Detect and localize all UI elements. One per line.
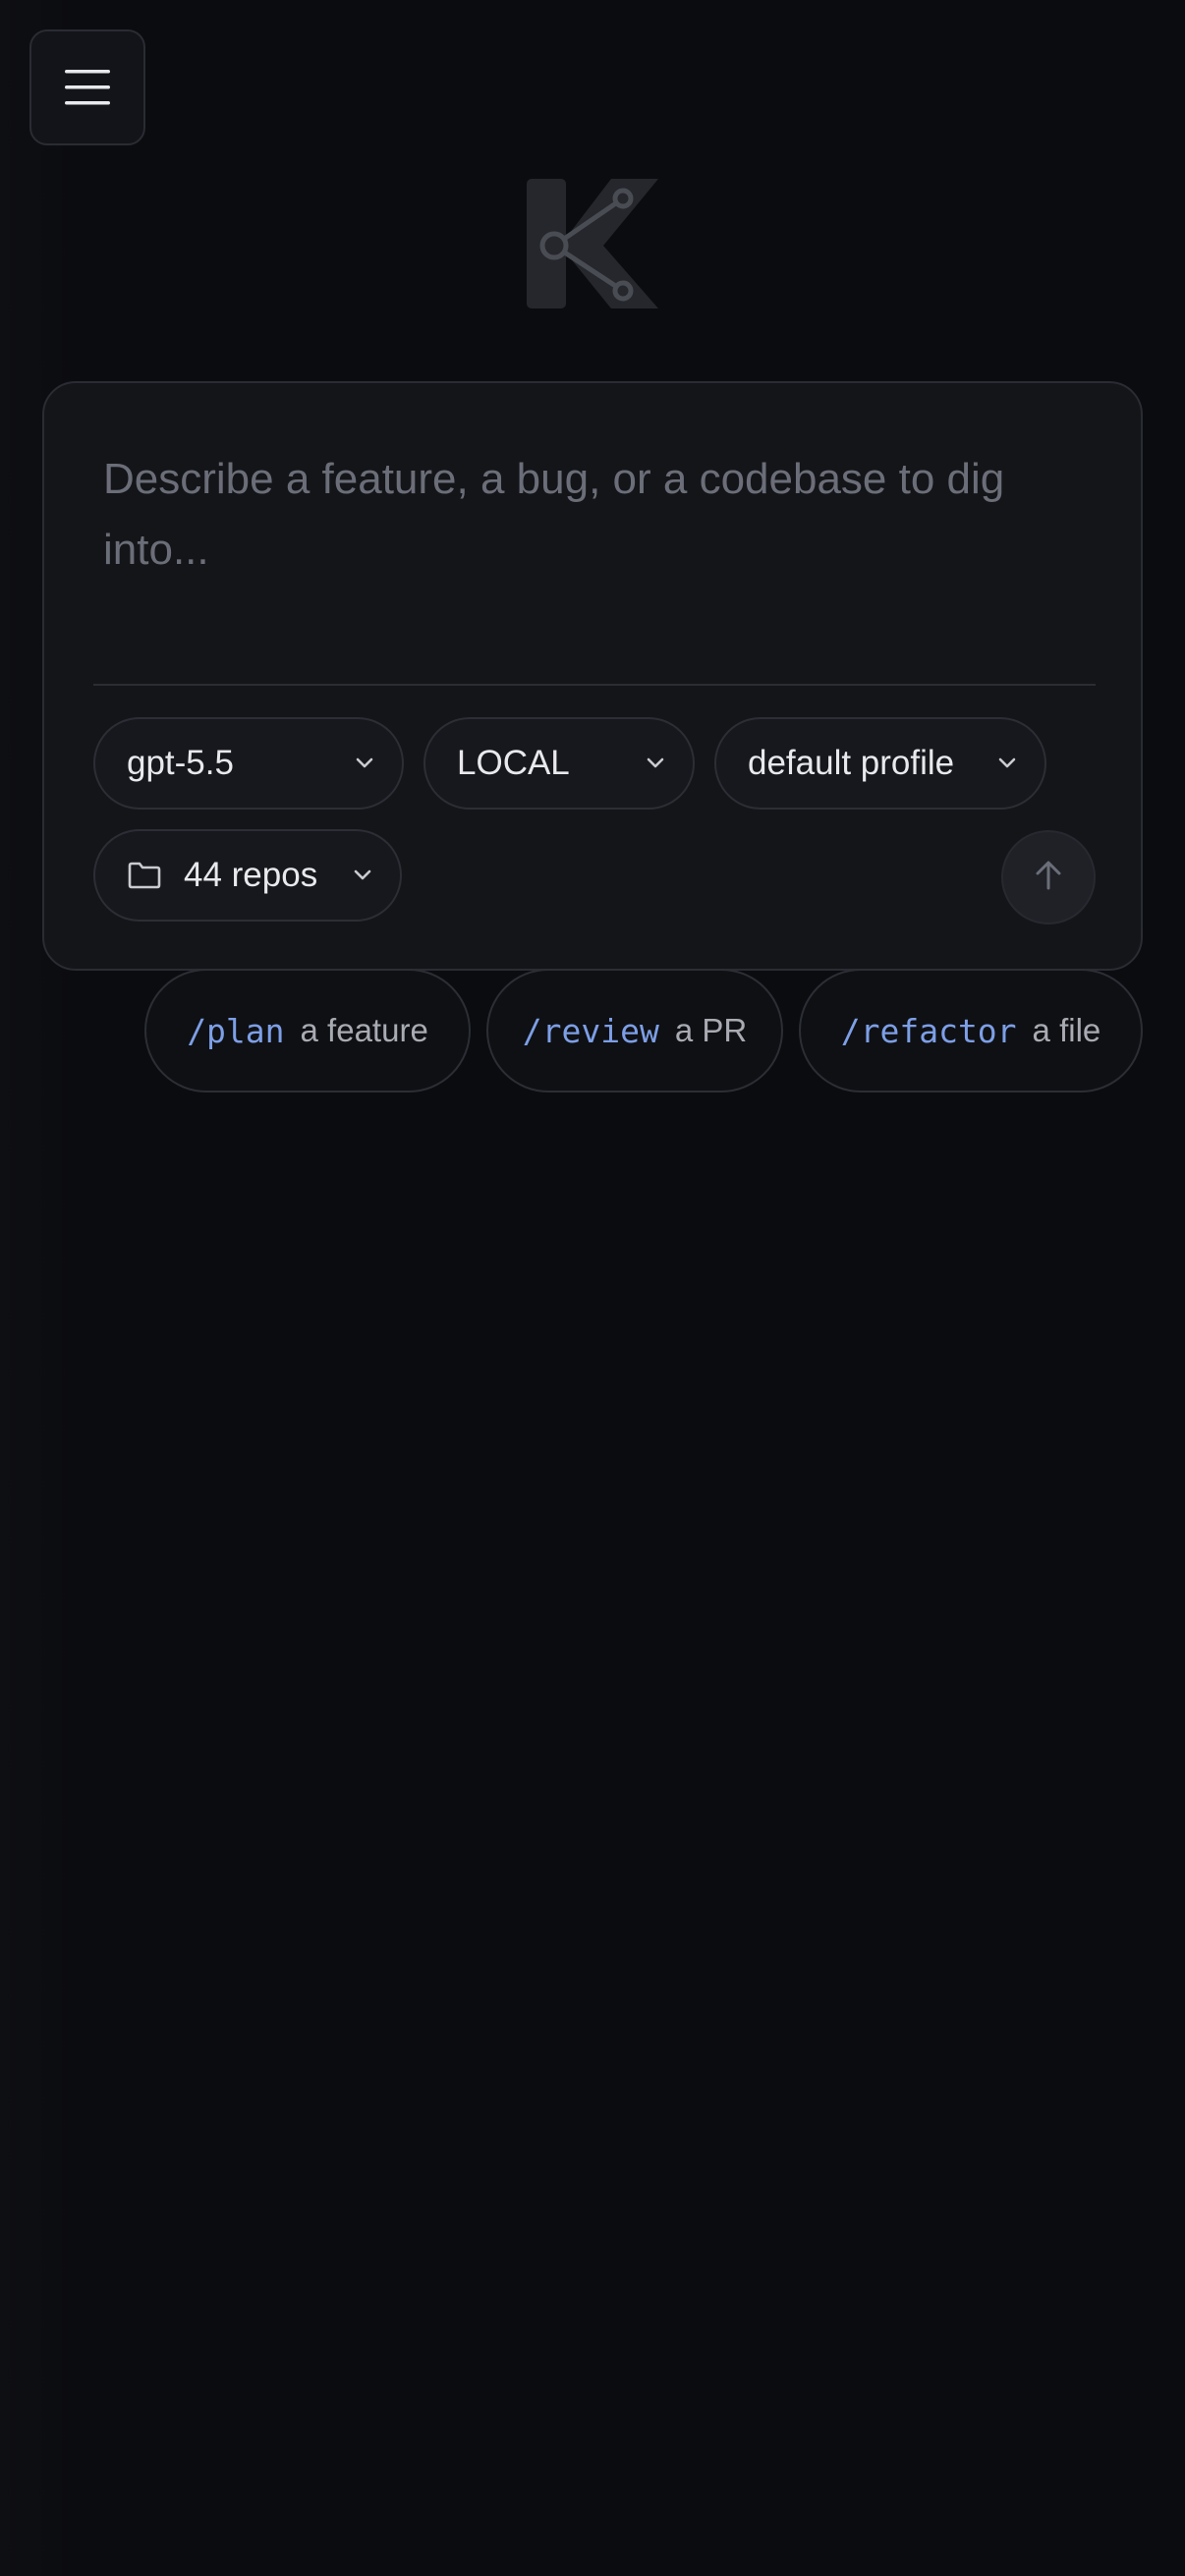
suggestion-chip-refactor[interactable]: /refactor a file [799, 969, 1143, 1092]
k-branch-logo [521, 177, 658, 312]
suggestion-chip-plan[interactable]: /plan a feature [144, 969, 471, 1092]
prompt-input[interactable] [103, 444, 1086, 611]
chip-description: a feature [300, 1012, 428, 1048]
chevron-down-icon [353, 869, 372, 881]
chevron-down-icon [355, 757, 374, 769]
chip-description: a PR [674, 1012, 748, 1048]
folder-icon [127, 861, 162, 890]
environment-selector-label: LOCAL [457, 744, 570, 782]
suggestion-chips: /plan a feature /review a PR /refactor a… [0, 969, 1185, 1096]
model-selector-label: gpt-5.5 [127, 744, 234, 782]
chip-command: /review [522, 1011, 659, 1050]
send-button[interactable] [1001, 830, 1096, 924]
page: gpt-5.5 LOCAL default profile 44 repos [0, 0, 1185, 2576]
chevron-down-icon [646, 757, 665, 769]
suggestion-chip-review[interactable]: /review a PR [486, 969, 783, 1092]
chip-command: /plan [187, 1011, 285, 1050]
chip-command: /refactor [840, 1011, 1017, 1050]
divider [93, 684, 1096, 686]
repos-selector[interactable]: 44 repos [93, 829, 402, 922]
composer-card: gpt-5.5 LOCAL default profile 44 repos [42, 381, 1143, 971]
repos-selector-label: 44 repos [184, 856, 318, 894]
profile-selector[interactable]: default profile [714, 717, 1046, 810]
model-selector[interactable]: gpt-5.5 [93, 717, 404, 810]
chip-description: a file [1032, 1012, 1101, 1048]
chevron-down-icon [997, 757, 1017, 769]
profile-selector-label: default profile [748, 744, 955, 782]
hamburger-menu-icon [65, 70, 110, 105]
arrow-up-icon [1034, 860, 1063, 896]
menu-button[interactable] [29, 29, 145, 145]
environment-selector[interactable]: LOCAL [423, 717, 695, 810]
